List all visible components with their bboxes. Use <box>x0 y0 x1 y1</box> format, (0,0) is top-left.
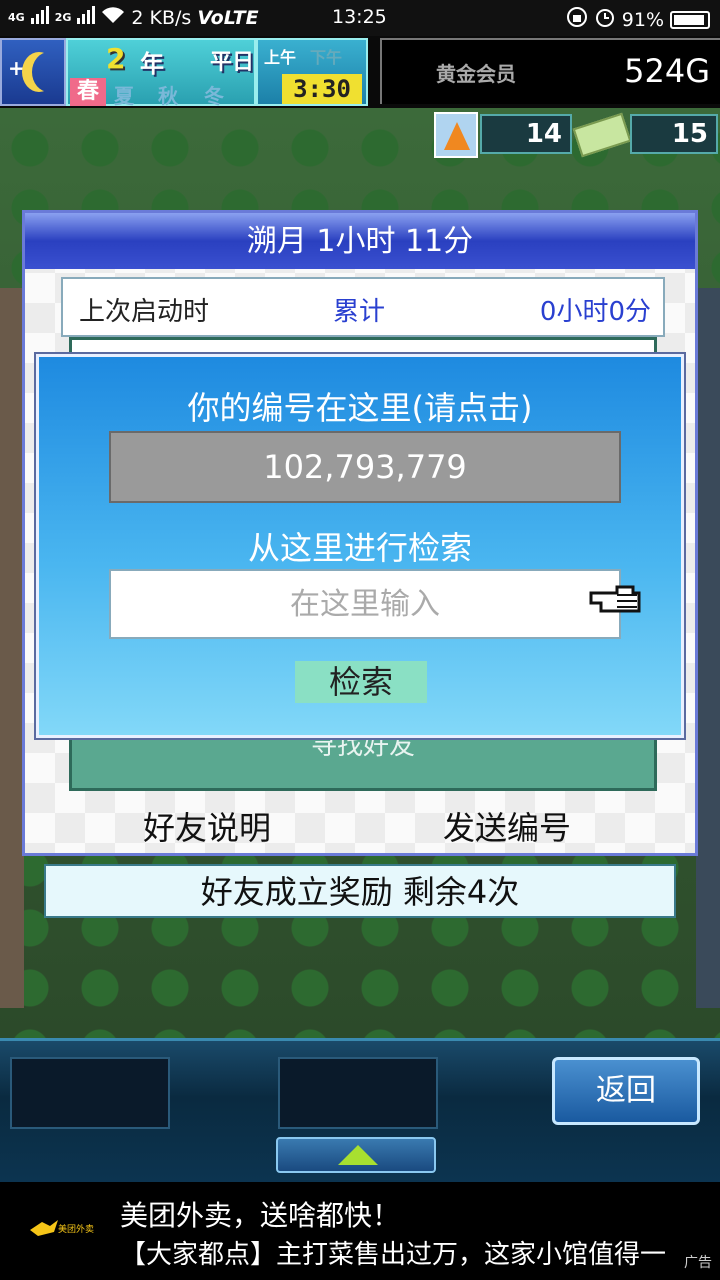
battery-icon <box>670 10 710 29</box>
ad-headline: 美团外卖，送啥都快！ <box>120 1199 401 1232</box>
search-hint: 从这里进行检索 <box>247 529 472 567</box>
total-label: 累计 <box>333 297 386 327</box>
battery-percent: 91% <box>621 8 664 31</box>
gold-amount: 524G <box>624 52 710 90</box>
volte-indicator: VoLTE <box>197 6 259 29</box>
potion-flask-icon <box>434 112 478 158</box>
rotation-lock-icon <box>566 6 588 33</box>
season-spring-active: 春 <box>70 78 106 106</box>
signal-bars-2-icon <box>77 6 96 29</box>
network-speed: 2 KB/s <box>131 6 192 29</box>
friend-search-dialog: 你的编号在这里(请点击) 102,793,779 从这里进行检索 检索 <box>36 354 684 738</box>
friend-id-input[interactable] <box>109 569 621 639</box>
plus-icon: + <box>8 56 25 80</box>
ad-tag: 广告 <box>684 1255 712 1271</box>
membership-label: 黄金会员 <box>436 62 516 86</box>
send-id-link[interactable]: 发送编号 <box>443 803 571 849</box>
empty-slot-2[interactable] <box>278 1057 438 1129</box>
season-autumn: 秋 <box>158 84 178 108</box>
friend-help-link[interactable]: 好友说明 <box>143 803 271 849</box>
building-right <box>696 288 720 1008</box>
game-hud: + 2 年 平日 春 夏 秋 冬 上午 下午 3:30 黄金会员 524G <box>0 36 720 108</box>
bottom-nav: 返回 <box>0 1038 720 1182</box>
weekday-label: 平日 <box>210 50 255 75</box>
ticket-icon <box>572 112 632 158</box>
season-winter: 冬 <box>204 84 224 108</box>
dialog-title: 你的编号在这里(请点击) <box>187 389 533 427</box>
game-clock: 3:30 <box>282 74 362 104</box>
item-counter-bar: 14 15 <box>430 110 720 162</box>
alarm-icon <box>594 6 616 33</box>
ticket-count: 15 <box>630 114 718 154</box>
membership-box: 黄金会员 524G <box>380 38 720 104</box>
building-left <box>0 288 24 1008</box>
total-value: 0小时0分 <box>539 297 651 327</box>
signal-bars-icon <box>30 6 49 29</box>
signal-4g-icon: 4G <box>8 11 25 24</box>
status-time: 13:25 <box>332 6 387 28</box>
my-id-box[interactable]: 102,793,779 <box>109 431 621 503</box>
empty-slot-1[interactable] <box>10 1057 170 1129</box>
am-label: 上午 <box>264 48 297 67</box>
year-number: 2 <box>106 42 126 75</box>
play-time-card: 上次启动时 累计 0小时0分 <box>61 277 665 337</box>
ad-description: 【大家都点】主打菜售出过万，这家小馆值得一 <box>120 1240 667 1270</box>
search-button[interactable]: 检索 <box>295 661 427 703</box>
status-right: 91% <box>566 6 710 33</box>
calendar-display: 2 年 平日 春 夏 秋 冬 <box>66 38 256 108</box>
ad-banner[interactable]: 美团外卖 美团外卖，送啥都快！ 【大家都点】主打菜售出过万，这家小馆值得一 广告 <box>0 1182 720 1280</box>
meituan-logo: 美团外卖 <box>28 1212 98 1242</box>
season-summer: 夏 <box>114 84 134 108</box>
status-bar: 4G 2G 2 KB/s VoLTE 13:25 91% <box>0 0 720 36</box>
night-indicator[interactable]: + <box>0 38 66 106</box>
friend-bonus-bar: 好友成立奖励 剩余4次 <box>44 864 676 918</box>
clock-display: 上午 下午 3:30 <box>256 38 368 106</box>
potion-count: 14 <box>480 114 572 154</box>
signal-2g-icon: 2G <box>54 11 72 24</box>
ad-logo-text: 美团外卖 <box>58 1223 94 1235</box>
last-launch-label: 上次启动时 <box>79 297 210 327</box>
moon-icon <box>32 52 66 92</box>
pm-label: 下午 <box>310 48 343 67</box>
back-button[interactable]: 返回 <box>552 1057 700 1125</box>
panel-header: 溯月 1小时 11分 <box>25 213 695 269</box>
pointing-hand-icon <box>589 581 643 617</box>
expand-up-button[interactable] <box>276 1137 436 1173</box>
status-left: 4G 2G 2 KB/s VoLTE <box>8 6 259 29</box>
wifi-icon <box>101 6 125 29</box>
year-label: 年 <box>140 50 164 78</box>
